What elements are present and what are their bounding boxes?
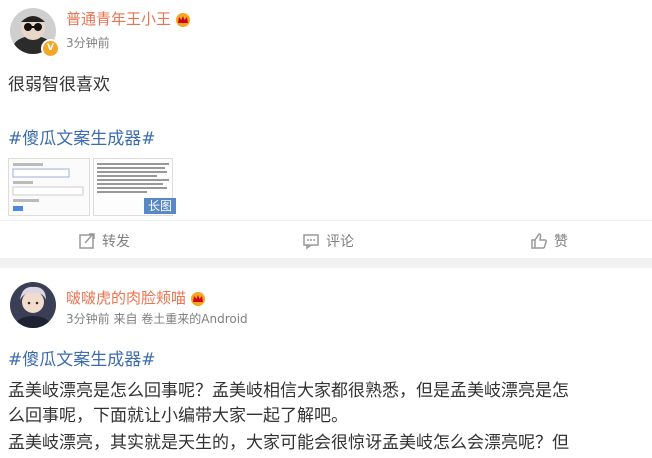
weibo-post-1: V 普通青年王小王 3分钟前 很弱智很喜欢 #傻瓜文案生成器# 长图 转发 评论…	[0, 0, 652, 258]
post-time[interactable]: 3分钟前	[66, 34, 110, 51]
verified-badge-icon: V	[41, 39, 60, 58]
hashtag-link[interactable]: #傻瓜文案生成器#	[8, 124, 156, 149]
weibo-post-2: 啵啵虎的肉脸颊喵 3分钟前 来自 卷土重来的Android #傻瓜文案生成器# …	[0, 268, 652, 458]
repost-button[interactable]: 转发	[78, 221, 130, 261]
repost-icon	[79, 233, 95, 249]
post-meta[interactable]: 3分钟前 来自 卷土重来的Android	[66, 310, 248, 327]
repost-label: 转发	[102, 234, 130, 250]
post-text-line-3: 孟美岐漂亮，其实就是天生的，大家可能会很惊讶孟美岐怎么会漂亮呢？但	[8, 433, 569, 453]
like-icon	[531, 233, 547, 249]
hashtag-link[interactable]: #傻瓜文案生成器#	[8, 345, 156, 370]
avatar[interactable]	[10, 282, 56, 328]
comment-icon	[303, 234, 319, 250]
like-button[interactable]: 赞	[530, 221, 568, 261]
username[interactable]: 啵啵虎的肉脸颊喵	[66, 289, 186, 307]
post-divider	[0, 258, 652, 268]
post-text-line-2: 么回事呢，下面就让小编带大家一起了解吧。	[8, 406, 348, 426]
long-image-badge: 长图	[144, 198, 177, 214]
username[interactable]: 普通青年王小王	[66, 10, 171, 28]
post-text: 很弱智很喜欢	[8, 75, 110, 95]
comment-button[interactable]: 评论	[302, 221, 354, 261]
crown-icon	[176, 12, 191, 27]
like-label: 赞	[554, 234, 568, 250]
action-bar: 转发 评论 赞	[0, 220, 652, 261]
post-text-line-1: 孟美岐漂亮是怎么回事呢？孟美岐相信大家都很熟悉，但是孟美岐漂亮是怎	[8, 381, 569, 401]
comment-label: 评论	[326, 234, 354, 250]
image-thumbnail-1[interactable]	[8, 158, 90, 216]
crown-icon	[191, 291, 206, 306]
